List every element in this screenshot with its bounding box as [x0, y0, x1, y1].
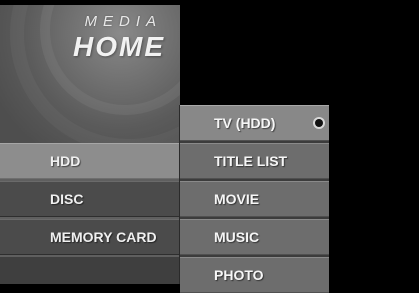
sub-menu-panel: TV (HDD) TITLE LIST MOVIE MUSIC PHOTO — [180, 105, 329, 293]
main-menu-item-hdd[interactable]: HDD — [0, 143, 180, 179]
banner-title-media: MEDIA — [84, 13, 162, 30]
media-home-banner: MEDIA HOME — [0, 5, 180, 143]
sub-menu-item-photo[interactable]: PHOTO — [180, 257, 329, 293]
media-home-screen: MEDIA HOME HDD DISC MEMORY CARD TV (HDD)… — [0, 0, 419, 293]
sub-menu-item-label: TV (HDD) — [214, 115, 276, 131]
selected-indicator-icon — [315, 119, 323, 127]
sub-menu-item-label: PHOTO — [214, 267, 264, 283]
sub-menu-item-music[interactable]: MUSIC — [180, 219, 329, 255]
sub-menu-item-label: MUSIC — [214, 229, 260, 245]
sub-menu-item-label: MOVIE — [214, 191, 260, 207]
main-menu-item-memory-card[interactable]: MEMORY CARD — [0, 219, 180, 255]
sub-menu-item-movie[interactable]: MOVIE — [180, 181, 329, 217]
sub-menu-item-label: TITLE LIST — [214, 153, 288, 169]
main-menu-item-disc[interactable]: DISC — [0, 181, 180, 217]
sub-menu-item-title-list[interactable]: TITLE LIST — [180, 143, 329, 179]
main-menu-panel: MEDIA HOME HDD DISC MEMORY CARD — [0, 5, 180, 284]
sub-menu-item-tv-hdd[interactable]: TV (HDD) — [180, 105, 329, 141]
banner-title-home: HOME — [73, 31, 165, 62]
main-menu-filler — [0, 257, 180, 284]
main-menu: HDD DISC MEMORY CARD — [0, 143, 180, 284]
